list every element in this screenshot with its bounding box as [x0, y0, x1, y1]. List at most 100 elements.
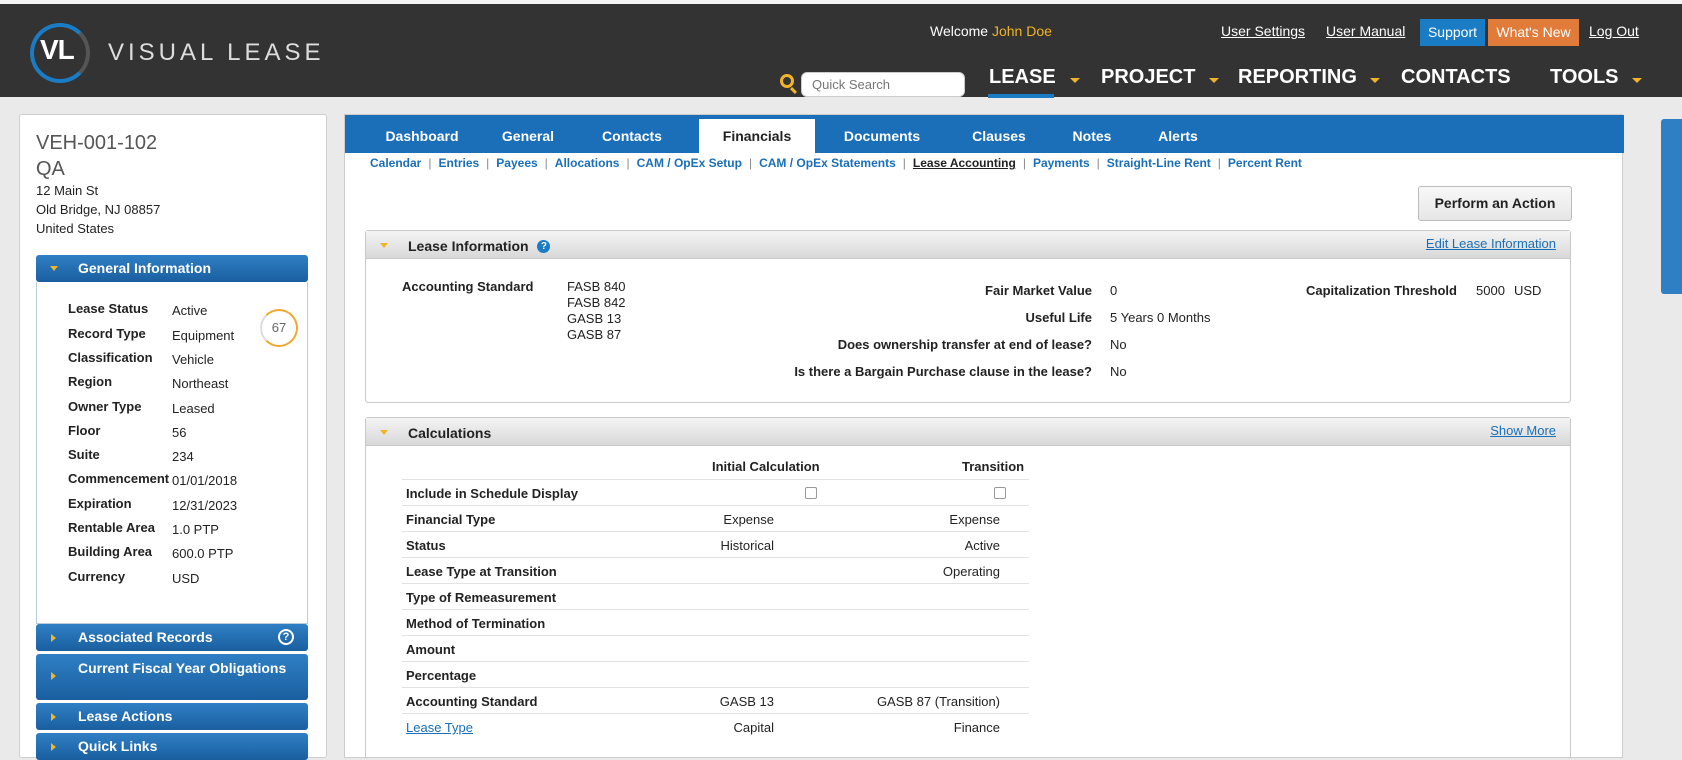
lease-type-link[interactable]: Lease Type [406, 720, 473, 735]
table-row: Accounting Standard GASB 13 GASB 87 (Tra… [402, 687, 1029, 713]
nav-project-caret-icon[interactable] [1209, 78, 1219, 83]
collapsed-caret-icon [51, 743, 56, 751]
associated-records-header[interactable]: Associated Records ? [36, 624, 308, 651]
whats-new-button[interactable]: What's New [1488, 19, 1579, 46]
gi-value: 01/01/2018 [172, 473, 238, 488]
user-manual-link[interactable]: User Manual [1326, 23, 1405, 39]
accounting-standard-list: FASB 840 FASB 842 GASB 13 GASB 87 [567, 279, 626, 343]
quick-links-header[interactable]: Quick Links [36, 733, 308, 760]
gi-label: Suite [68, 447, 100, 462]
support-button[interactable]: Support [1420, 19, 1485, 46]
tab-contacts[interactable]: Contacts [578, 115, 686, 153]
tab-clauses[interactable]: Clauses [949, 115, 1049, 153]
subnav-allocations[interactable]: Allocations [555, 156, 620, 170]
useful-life-value: 5 Years 0 Months [1110, 310, 1211, 325]
subnav-percent-rent[interactable]: Percent Rent [1228, 156, 1302, 170]
nav-project[interactable]: PROJECT [1101, 66, 1195, 89]
search-icon[interactable] [780, 74, 794, 88]
gi-label: Record Type [68, 326, 146, 341]
subnav-lease-accounting[interactable]: Lease Accounting [913, 156, 1016, 170]
tab-alerts[interactable]: Alerts [1135, 115, 1221, 153]
gi-label: Owner Type [68, 399, 142, 414]
welcome-message: Welcome John Doe [930, 23, 1052, 39]
nav-lease[interactable]: LEASE [989, 66, 1056, 89]
table-row: Financial Type Expense Expense [402, 505, 1029, 531]
gi-value: USD [172, 571, 200, 586]
nav-reporting[interactable]: REPORTING [1238, 66, 1357, 89]
edit-lease-information-link[interactable]: Edit Lease Information [1426, 236, 1556, 252]
logo-mark[interactable]: VL [40, 34, 75, 66]
calculations-header[interactable]: Calculations Show More [366, 418, 1570, 446]
ownership-transfer-value: No [1110, 337, 1127, 352]
financials-subnav: Calendar | Entries | Payees | Allocations | CAM … [370, 156, 1302, 170]
table-row: Lease Type at Transition Operating [402, 557, 1029, 583]
tab-financials[interactable]: Financials [699, 119, 815, 153]
capitalization-threshold-currency: USD [1514, 283, 1542, 298]
capitalization-threshold-label: Capitalization Threshold [1306, 283, 1457, 298]
help-icon[interactable]: ? [278, 629, 294, 645]
gi-label: Building Area [68, 544, 153, 559]
tab-general[interactable]: General [478, 115, 578, 153]
general-information-header[interactable]: General Information [36, 255, 308, 282]
gi-value: Northeast [172, 376, 229, 391]
subnav-separator: | [902, 156, 906, 170]
subnav-separator: | [626, 156, 630, 170]
subnav-straight-line-rent[interactable]: Straight-Line Rent [1107, 156, 1211, 170]
fiscal-year-obligations-title: Current Fiscal Year Obligations [78, 660, 287, 676]
subnav-separator: | [1022, 156, 1026, 170]
bargain-purchase-value: No [1110, 364, 1127, 379]
subnav-payees[interactable]: Payees [496, 156, 537, 170]
gi-label: Classification [68, 350, 153, 365]
subnav-entries[interactable]: Entries [438, 156, 479, 170]
subnav-calendar[interactable]: Calendar [370, 156, 421, 170]
side-drawer-handle[interactable] [1661, 119, 1682, 294]
record-name: QA [36, 158, 65, 180]
collapse-caret-icon[interactable] [380, 430, 388, 435]
user-settings-link[interactable]: User Settings [1221, 23, 1305, 39]
col-header-transition: Transition [962, 459, 1025, 474]
fiscal-year-obligations-header[interactable]: Current Fiscal Year Obligations [36, 654, 308, 700]
row-label: Lease Type at Transition [406, 564, 557, 579]
initial-value: Capital [733, 720, 774, 735]
tab-dashboard[interactable]: Dashboard [367, 115, 477, 153]
expand-caret-icon [50, 266, 58, 271]
tab-notes[interactable]: Notes [1049, 115, 1135, 153]
subnav-cam-opex-statements[interactable]: CAM / OpEx Statements [759, 156, 896, 170]
log-out-link[interactable]: Log Out [1589, 23, 1639, 39]
general-information-body: 67 Lease Status Active Record Type Equip… [36, 282, 308, 624]
transition-schedule-checkbox[interactable] [994, 487, 1006, 499]
nav-contacts[interactable]: CONTACTS [1401, 66, 1511, 89]
gi-value: 600.0 PTP [172, 546, 234, 561]
gi-value: Active [172, 303, 208, 318]
perform-action-button[interactable]: Perform an Action [1418, 186, 1572, 221]
show-more-link[interactable]: Show More [1490, 423, 1556, 439]
quick-search-input[interactable] [801, 72, 965, 97]
initial-schedule-checkbox[interactable] [805, 487, 817, 499]
table-row: Include in Schedule Display [402, 479, 1029, 505]
nav-tools[interactable]: TOOLS [1550, 66, 1619, 89]
nav-tools-caret-icon[interactable] [1632, 78, 1642, 83]
subnav-payments[interactable]: Payments [1033, 156, 1090, 170]
info-icon[interactable]: ? [537, 240, 551, 253]
accounting-standard-item: GASB 13 [567, 311, 622, 326]
subnav-separator: | [1217, 156, 1221, 170]
general-information-title: General Information [78, 260, 212, 276]
capitalization-threshold-value: 5000 [1476, 283, 1505, 298]
collapsed-caret-icon [51, 713, 56, 721]
initial-value: GASB 13 [719, 694, 774, 709]
collapsed-caret-icon [51, 672, 56, 680]
initial-value: Historical [720, 538, 774, 553]
logo-text[interactable]: VISUAL LEASE [108, 39, 325, 67]
row-label: Accounting Standard [406, 694, 538, 709]
transition-value: Operating [942, 564, 1000, 579]
gi-label: Commencement [68, 471, 170, 486]
nav-reporting-caret-icon[interactable] [1370, 78, 1380, 83]
subnav-cam-opex-setup[interactable]: CAM / OpEx Setup [637, 156, 742, 170]
collapse-caret-icon[interactable] [380, 243, 388, 248]
lease-information-header[interactable]: Lease Information ? Edit Lease Informati… [366, 231, 1570, 259]
nav-lease-caret-icon[interactable] [1070, 78, 1080, 83]
row-label: Financial Type [406, 512, 496, 527]
lease-actions-header[interactable]: Lease Actions [36, 703, 308, 730]
tab-documents[interactable]: Documents [820, 115, 944, 153]
gi-value: Vehicle [172, 352, 214, 367]
